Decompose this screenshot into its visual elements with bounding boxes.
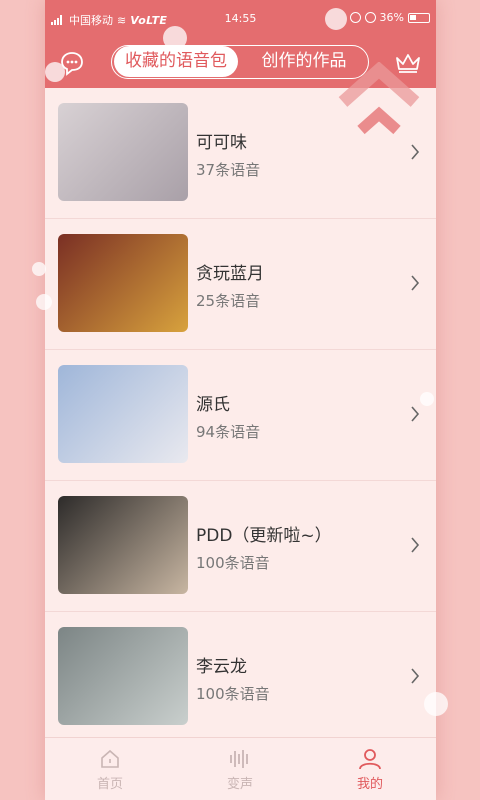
alarm-icon [364, 12, 376, 23]
voice-pack-title: 源氏 [196, 395, 230, 415]
decorative-bubble [424, 692, 448, 716]
chevron-right-icon [411, 144, 420, 160]
battery-percent: 36% [379, 11, 404, 24]
voice-pack-title: PDD（更新啦~） [196, 526, 332, 546]
voice-pack-thumbnail [58, 627, 188, 725]
voice-pack-title: 李云龙 [196, 657, 247, 677]
status-right: 36% [349, 11, 430, 24]
list-item[interactable]: PDD（更新啦~） 100条语音 [45, 481, 436, 612]
nav-voice-changer[interactable]: 变声 [175, 738, 305, 800]
scroll-top-arrow-icon [338, 62, 420, 135]
decorative-bubble [420, 392, 434, 406]
voice-pack-title: 贪玩蓝月 [196, 264, 264, 284]
voice-pack-count: 94条语音 [196, 423, 261, 441]
decorative-bubble [325, 8, 347, 30]
voice-pack-count: 100条语音 [196, 554, 270, 572]
voice-pack-list: 可可味 37条语音 贪玩蓝月 25条语音 源氏 94条语音 PDD（更新啦~） … [45, 88, 436, 743]
decorative-bubble [32, 262, 46, 276]
profile-icon [359, 749, 381, 770]
voice-pack-thumbnail [58, 103, 188, 201]
voice-pack-count: 100条语音 [196, 685, 270, 703]
status-bar: 中国移动 ≋ VoLTE 14:55 36% [45, 0, 436, 38]
voice-pack-count: 25条语音 [196, 292, 261, 310]
chevron-right-icon [411, 275, 420, 291]
chevron-right-icon [411, 668, 420, 684]
voice-pack-thumbnail [58, 496, 188, 594]
bottom-nav: 首页 变声 我的 [45, 737, 436, 800]
tab-favorite-voice-packs[interactable]: 收藏的语音包 [114, 46, 238, 77]
list-item[interactable]: 李云龙 100条语音 [45, 612, 436, 743]
nav-home[interactable]: 首页 [45, 738, 175, 800]
decorative-bubble [45, 62, 65, 82]
segment-tabs: 收藏的语音包 创作的作品 [111, 45, 369, 79]
chevron-right-icon [411, 406, 420, 422]
list-item[interactable]: 贪玩蓝月 25条语音 [45, 219, 436, 350]
nav-mine[interactable]: 我的 [305, 738, 435, 800]
decorative-bubble [163, 26, 187, 50]
voice-pack-title: 可可味 [196, 133, 247, 153]
list-item[interactable]: 源氏 94条语音 [45, 350, 436, 481]
lock-rotation-icon [349, 12, 361, 23]
nav-home-label: 首页 [96, 777, 123, 792]
soundwave-icon [230, 750, 248, 768]
voice-pack-thumbnail [58, 234, 188, 332]
voice-pack-thumbnail [58, 365, 188, 463]
battery-icon [408, 12, 430, 23]
home-icon [101, 749, 119, 768]
voice-pack-count: 37条语音 [196, 161, 261, 179]
nav-mine-label: 我的 [356, 777, 383, 792]
chevron-right-icon [411, 537, 420, 553]
decorative-bubble [36, 294, 52, 310]
app-screen: 中国移动 ≋ VoLTE 14:55 36% 收藏的语音包 创作的作品 可可味 [45, 0, 436, 800]
nav-voice-changer-label: 变声 [226, 777, 253, 792]
